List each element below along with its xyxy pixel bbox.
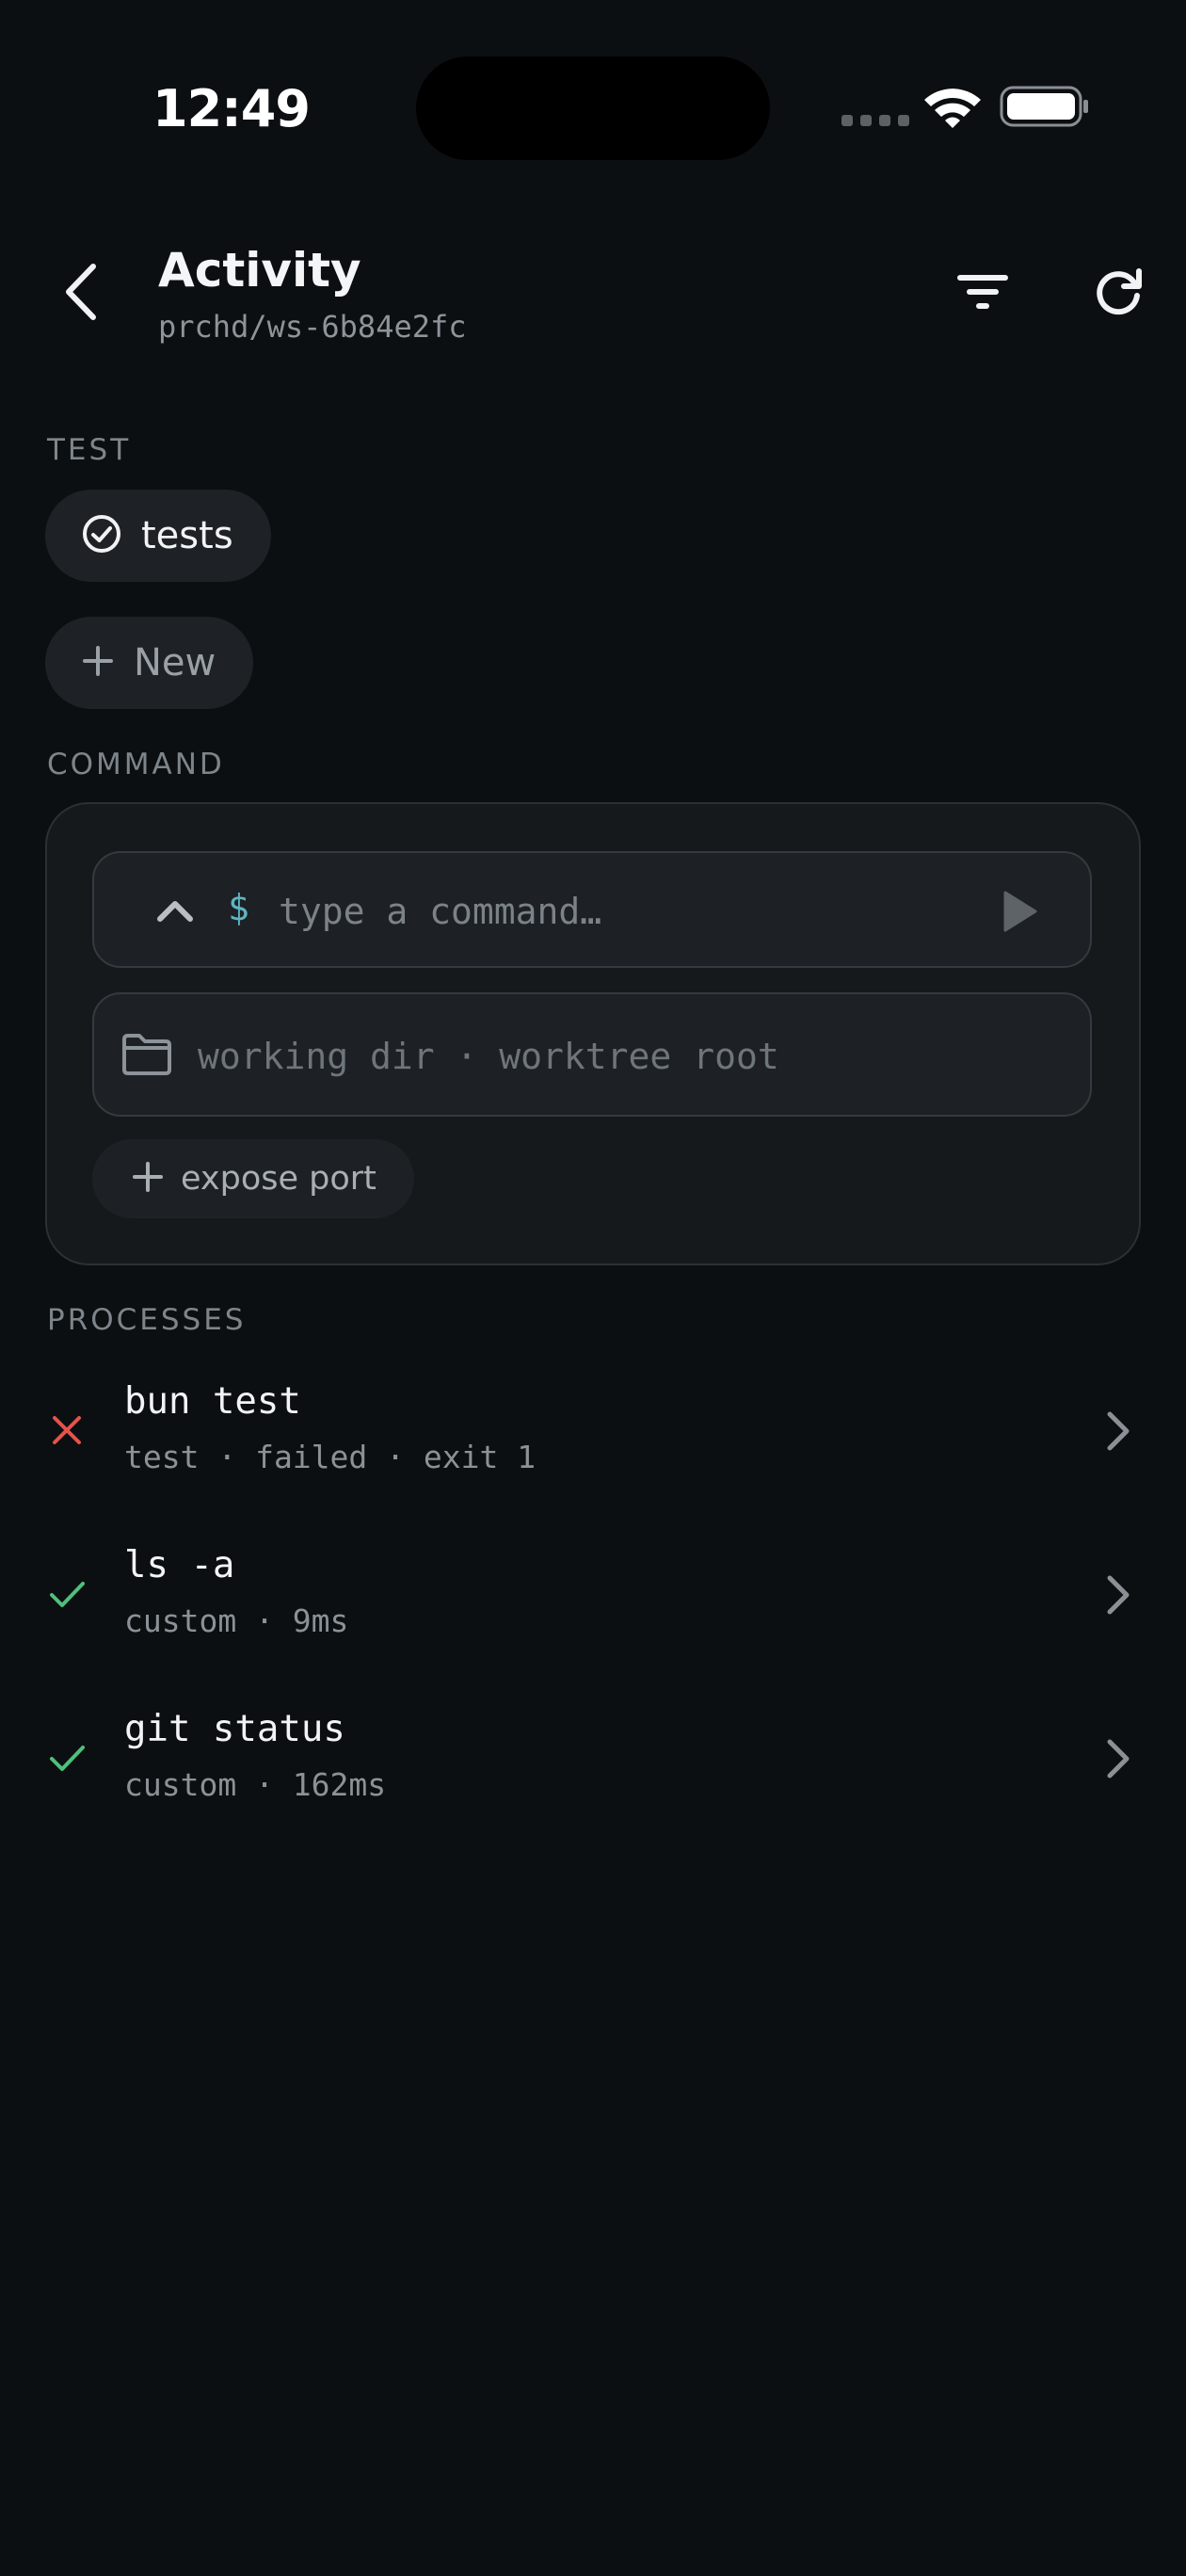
folder-icon [120,1032,173,1082]
chevron-right-icon [1101,1736,1133,1786]
process-row[interactable]: ls -a custom · 9ms [0,1521,1186,1682]
chevron-up-icon[interactable] [151,887,200,936]
back-button[interactable] [47,254,113,333]
test-chip-tests[interactable]: tests [45,490,271,582]
refresh-icon [1092,266,1145,323]
new-test-button[interactable]: New [45,617,254,709]
cellular-signal-icon [841,115,909,126]
status-time: 12:49 [152,79,311,138]
filter-button[interactable] [949,260,1017,328]
prompt-symbol: $ [228,887,249,928]
x-icon [47,1410,87,1455]
test-section-label: TEST [47,433,132,467]
check-icon [47,1574,87,1618]
play-icon[interactable] [992,885,1045,938]
check-icon [47,1738,87,1782]
command-card: $ expose port [45,802,1141,1265]
process-row[interactable]: git status custom · 162ms [0,1685,1186,1845]
process-meta: custom · 162ms [124,1766,387,1803]
chevron-left-icon [61,263,99,326]
working-dir-row [92,992,1092,1117]
expose-port-button[interactable]: expose port [92,1139,414,1218]
working-dir-input[interactable] [196,1022,1047,1090]
plus-icon [132,1161,164,1198]
check-circle-icon [81,513,122,559]
process-name: git status [124,1708,345,1750]
battery-icon [1000,85,1090,133]
workspace-subtitle: prchd/ws-6b84e2fc [158,309,467,345]
refresh-button[interactable] [1084,260,1152,328]
process-name: ls -a [124,1544,235,1586]
processes-section-label: PROCESSES [47,1303,247,1337]
filter-icon [955,271,1010,317]
dynamic-island [416,56,770,160]
process-meta: test · failed · exit 1 [124,1439,537,1475]
test-chip-label: tests [141,514,233,557]
command-input-row: $ [92,851,1092,968]
new-test-label: New [134,641,216,684]
command-input[interactable] [277,877,939,945]
process-meta: custom · 9ms [124,1602,349,1639]
process-name: bun test [124,1380,301,1423]
plus-icon [81,644,115,683]
process-row[interactable]: bun test test · failed · exit 1 [0,1358,1186,1518]
wifi-icon [922,85,983,135]
command-section-label: COMMAND [47,748,225,781]
page-title: Activity [158,243,361,298]
expose-port-label: expose port [181,1160,377,1198]
chevron-right-icon [1101,1409,1133,1458]
chevron-right-icon [1101,1572,1133,1622]
